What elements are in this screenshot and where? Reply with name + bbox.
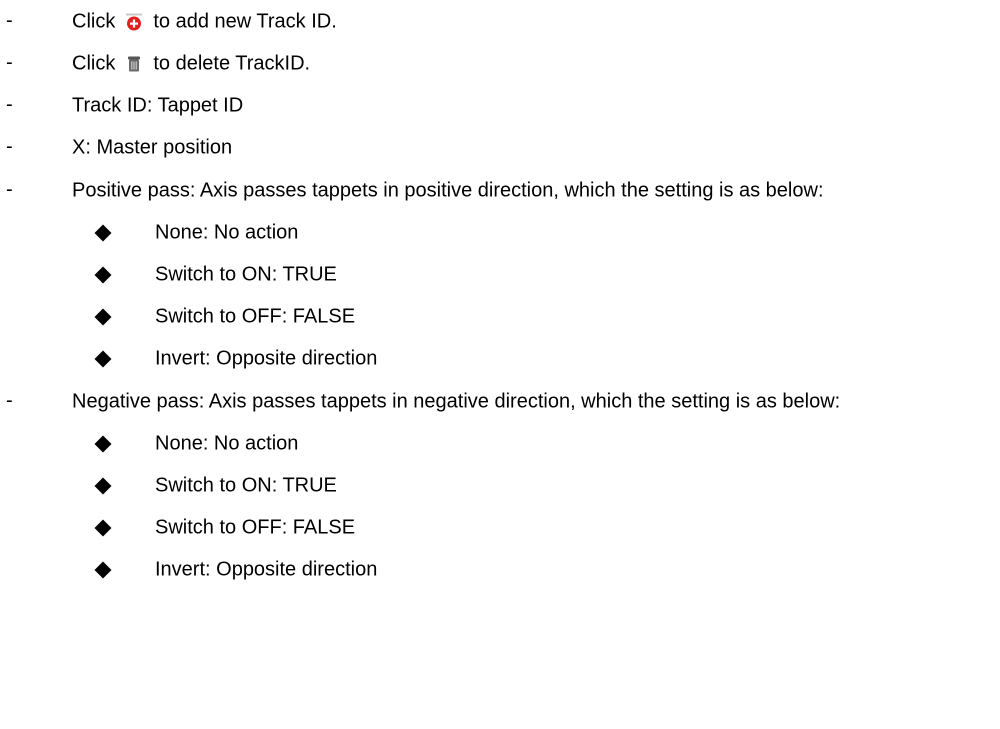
positive-option-on: Switch to ON: TRUE	[0, 255, 1000, 295]
option-text: None: No action	[155, 432, 299, 455]
dash-bullet: -	[6, 51, 13, 74]
instruction-suffix: to delete TrackID.	[153, 52, 311, 75]
option-text: Switch to ON: TRUE	[155, 474, 337, 497]
add-icon	[125, 13, 143, 31]
diamond-bullet-icon	[94, 435, 112, 453]
diamond-bullet-icon	[94, 519, 112, 537]
instruction-suffix: to add new Track ID.	[153, 10, 337, 33]
definition-text: X: Master position	[72, 136, 233, 159]
negative-option-on: Switch to ON: TRUE	[0, 466, 1000, 506]
definition-negative-pass: - Negative pass: Axis passes tappets in …	[0, 382, 1000, 422]
definition-text: Track ID: Tappet ID	[72, 94, 244, 117]
dash-bullet: -	[6, 9, 13, 32]
instruction-text: Click to add new Track ID.	[72, 11, 337, 34]
definition-x: - X: Master position	[0, 128, 1000, 168]
instruction-text: Click to delete TrackID.	[72, 53, 310, 76]
option-text: None: No action	[155, 221, 299, 244]
instruction-prefix: Click	[72, 52, 116, 75]
definition-positive-pass: - Positive pass: Axis passes tappets in …	[0, 171, 1000, 211]
instruction-add-track: - Click to add new Track ID.	[0, 2, 1000, 42]
option-text: Invert: Opposite direction	[155, 347, 378, 370]
positive-option-invert: Invert: Opposite direction	[0, 339, 1000, 379]
dash-bullet: -	[6, 389, 13, 412]
definition-track-id: - Track ID: Tappet ID	[0, 86, 1000, 126]
diamond-bullet-icon	[94, 224, 112, 242]
diamond-bullet-icon	[94, 561, 112, 579]
diamond-bullet-icon	[94, 350, 112, 368]
delete-icon	[125, 55, 143, 73]
instruction-prefix: Click	[72, 10, 116, 33]
option-text: Switch to OFF: FALSE	[155, 305, 356, 328]
diamond-bullet-icon	[94, 477, 112, 495]
definition-text: Negative pass: Axis passes tappets in ne…	[72, 390, 841, 413]
diamond-bullet-icon	[94, 266, 112, 284]
definition-text: Positive pass: Axis passes tappets in po…	[72, 179, 824, 202]
option-text: Invert: Opposite direction	[155, 558, 378, 581]
option-text: Switch to ON: TRUE	[155, 263, 337, 286]
negative-option-none: None: No action	[0, 424, 1000, 464]
instruction-delete-track: - Click to delete TrackID.	[0, 44, 1000, 84]
option-text: Switch to OFF: FALSE	[155, 516, 356, 539]
dash-bullet: -	[6, 178, 13, 201]
diamond-bullet-icon	[94, 308, 112, 326]
dash-bullet: -	[6, 135, 13, 158]
positive-option-none: None: No action	[0, 213, 1000, 253]
negative-option-invert: Invert: Opposite direction	[0, 550, 1000, 590]
negative-option-off: Switch to OFF: FALSE	[0, 508, 1000, 548]
dash-bullet: -	[6, 93, 13, 116]
positive-option-off: Switch to OFF: FALSE	[0, 297, 1000, 337]
